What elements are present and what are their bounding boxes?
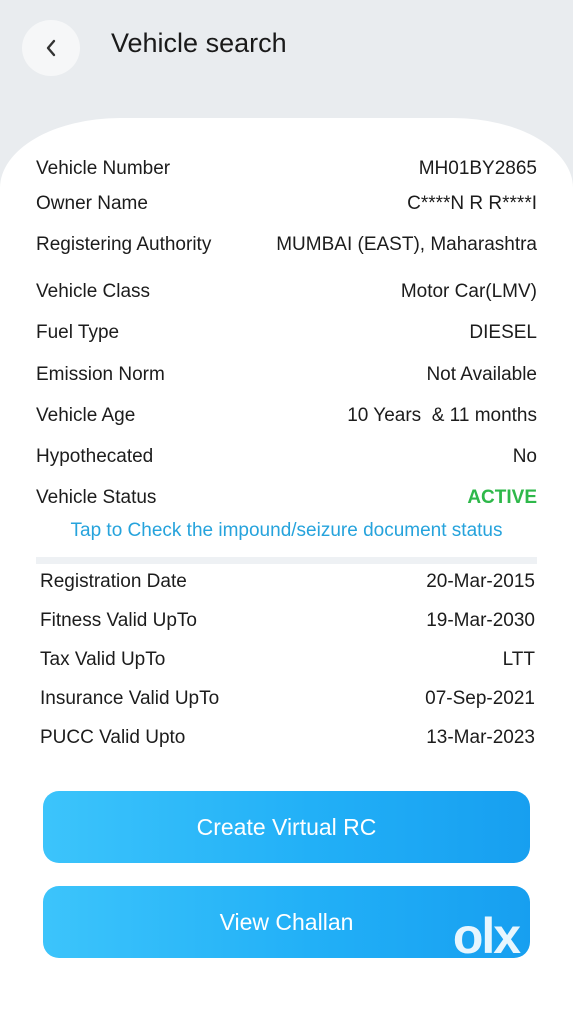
detail-label: Fuel Type [36, 322, 120, 344]
detail-value: C****N R R****I [407, 192, 537, 214]
validity-value: 19-Mar-2030 [426, 609, 535, 631]
validity-label: Tax Valid UpTo [40, 648, 166, 670]
detail-label: Registering Authority [36, 233, 212, 255]
detail-value: Not Available [426, 363, 537, 385]
validity-label: Registration Date [40, 570, 187, 592]
validity-row-fitness: Fitness Valid UpTo 19-Mar-2030 [40, 601, 535, 640]
detail-label: Vehicle Class [36, 280, 151, 302]
detail-row-registering-authority: Registering Authority MUMBAI (EAST), Mah… [36, 218, 537, 271]
header: Vehicle search [0, 0, 573, 120]
back-button[interactable] [22, 20, 80, 76]
detail-label: Owner Name [36, 192, 148, 214]
detail-label: Emission Norm [36, 363, 165, 385]
detail-label: Vehicle Status [36, 487, 157, 509]
validity-row-registration-date: Registration Date 20-Mar-2015 [40, 562, 535, 601]
detail-value: Motor Car(LMV) [400, 280, 537, 302]
validity-row-insurance: Insurance Valid UpTo 07-Sep-2021 [40, 679, 535, 718]
validity-label: Insurance Valid UpTo [40, 687, 220, 709]
validity-row-pucc: PUCC Valid Upto 13-Mar-2023 [40, 718, 535, 757]
detail-value: No [512, 446, 537, 468]
validity-value: 20-Mar-2015 [426, 570, 535, 592]
validity-row-tax: Tax Valid UpTo LTT [40, 640, 535, 679]
detail-row-vehicle-age: Vehicle Age 10 Years & 11 months [36, 395, 537, 436]
validity-list: Registration Date 20-Mar-2015 Fitness Va… [40, 562, 535, 757]
validity-value: 13-Mar-2023 [426, 726, 535, 748]
validity-label: Fitness Valid UpTo [40, 609, 197, 631]
create-virtual-rc-button[interactable]: Create Virtual RC [43, 791, 530, 863]
page-title: Vehicle search [111, 28, 287, 58]
detail-row-vehicle-number: Vehicle Number MH01BY2865 [36, 148, 537, 189]
status-badge: ACTIVE [467, 487, 537, 509]
olx-watermark-logo: olx [452, 908, 521, 964]
detail-row-emission-norm: Emission Norm Not Available [36, 354, 537, 395]
vehicle-details-list: Vehicle Number MH01BY2865 Owner Name C**… [36, 148, 537, 519]
validity-value: LTT [502, 648, 535, 670]
detail-label: Vehicle Number [36, 157, 171, 179]
chevron-left-icon [46, 39, 56, 57]
detail-value: MUMBAI (EAST), Maharashtra [276, 233, 537, 255]
detail-row-vehicle-status: Vehicle Status ACTIVE [36, 478, 537, 519]
impound-status-link[interactable]: Tap to Check the impound/seizure documen… [36, 520, 537, 542]
validity-label: PUCC Valid Upto [40, 726, 186, 748]
detail-row-vehicle-class: Vehicle Class Motor Car(LMV) [36, 271, 537, 312]
detail-value: DIESEL [469, 322, 537, 344]
detail-value: MH01BY2865 [418, 157, 537, 179]
detail-row-owner-name: Owner Name C****N R R****I [36, 189, 537, 218]
detail-row-hypothecated: Hypothecated No [36, 436, 537, 477]
validity-value: 07-Sep-2021 [425, 687, 535, 709]
detail-row-fuel-type: Fuel Type DIESEL [36, 313, 537, 354]
detail-label: Hypothecated [36, 446, 154, 468]
detail-value: 10 Years & 11 months [347, 404, 537, 426]
detail-label: Vehicle Age [36, 404, 136, 426]
